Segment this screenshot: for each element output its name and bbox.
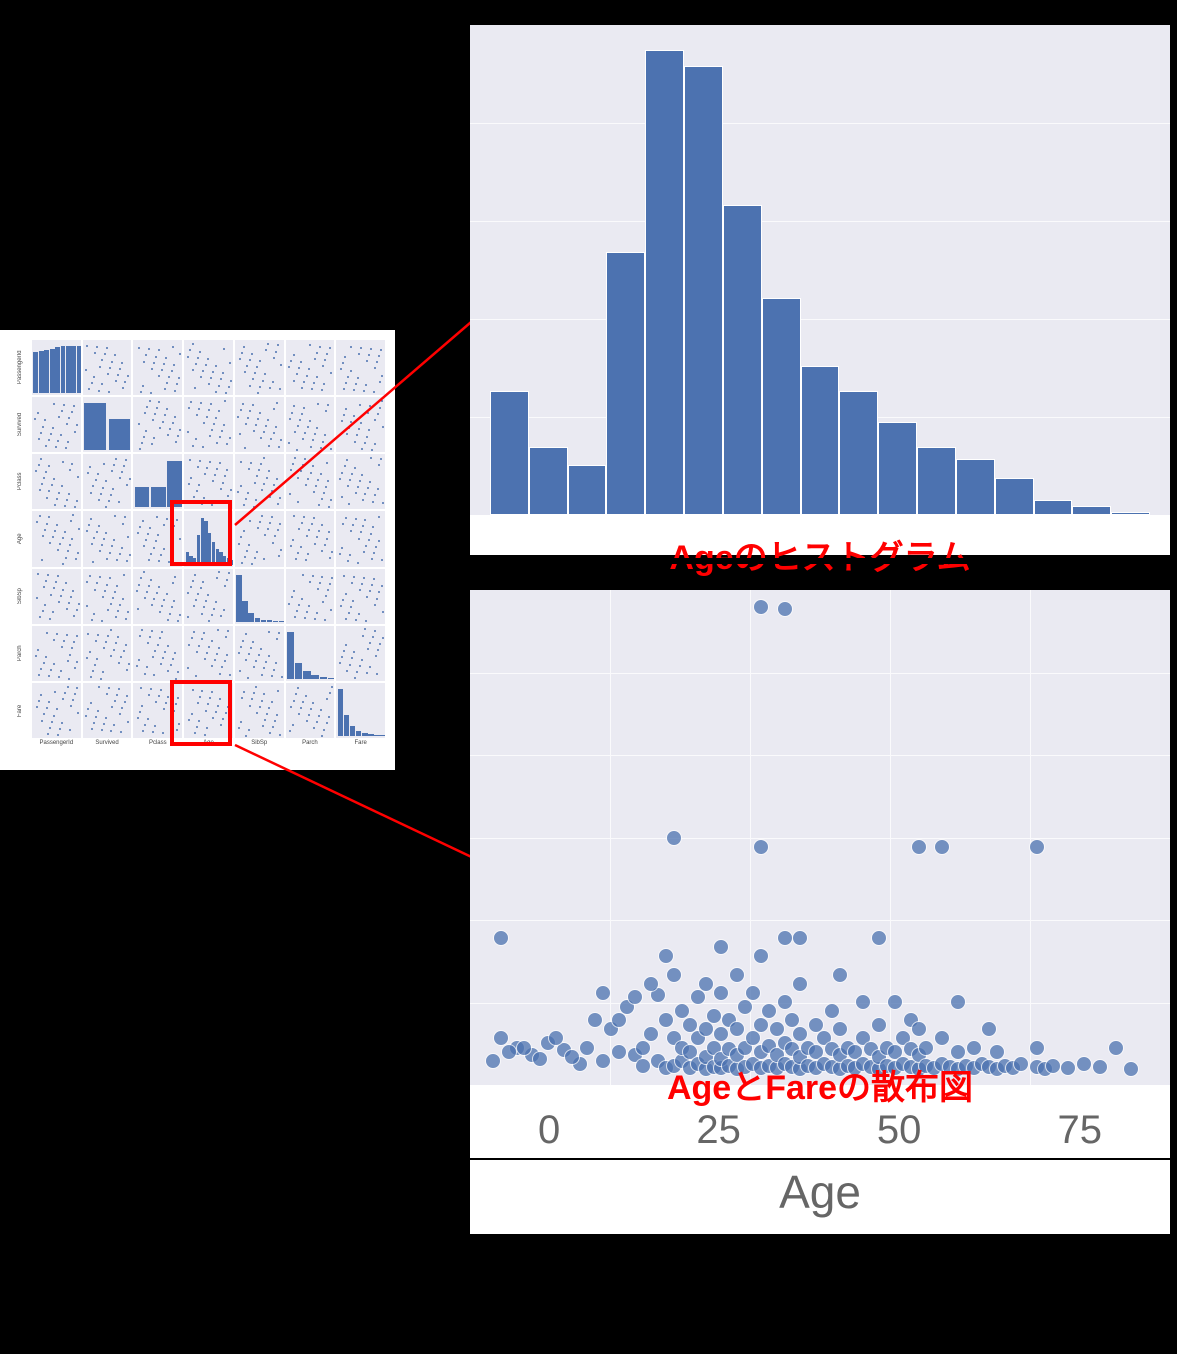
pairplot-xlabel-2: Pclass xyxy=(133,740,182,760)
pairplot-cell-3-5 xyxy=(286,511,335,566)
pairplot-cell-6-4 xyxy=(235,683,284,738)
age-histogram xyxy=(470,25,1170,555)
pairplot-cell-2-4 xyxy=(235,454,284,509)
pairplot-cell-4-4 xyxy=(235,569,284,624)
pairplot-cell-2-1 xyxy=(83,454,132,509)
pairplot-cell-5-5 xyxy=(286,626,335,681)
pairplot-cell-0-1 xyxy=(83,340,132,395)
age-fare-scatter-plot xyxy=(470,590,1170,1085)
pairplot-grid: PassengerId Survived Pclass Age xyxy=(10,340,385,760)
pairplot-cell-4-0 xyxy=(32,569,81,624)
pairplot-cell-1-4 xyxy=(235,397,284,452)
pairplot-cell-4-3 xyxy=(184,569,233,624)
pairplot-ylabel-0: PassengerId xyxy=(10,340,30,395)
pairplot-cell-0-0 xyxy=(32,340,81,395)
pairplot-cell-3-4 xyxy=(235,511,284,566)
pairplot-cell-2-0 xyxy=(32,454,81,509)
pairplot-cell-6-6 xyxy=(336,683,385,738)
pairplot-cell-4-6 xyxy=(336,569,385,624)
pairplot-xlabel-1: Survived xyxy=(83,740,132,760)
age-fare-scatter-caption: AgeとFareの散布図 xyxy=(470,1060,1170,1109)
pairplot-cell-3-6 xyxy=(336,511,385,566)
pairplot-cell-5-1 xyxy=(83,626,132,681)
age-histogram-caption: Ageのヒストグラム xyxy=(470,530,1170,579)
age-fare-scatter xyxy=(470,590,1170,1130)
pairplot-cell-2-5 xyxy=(286,454,335,509)
pairplot-cell-5-0 xyxy=(32,626,81,681)
scatter-xlabel: Age xyxy=(470,1160,1170,1234)
pairplot-cell-6-1 xyxy=(83,683,132,738)
pairplot-ylabel-1: Survived xyxy=(10,397,30,452)
pairplot-cell-1-3 xyxy=(184,397,233,452)
pairplot-ylabel-2: Pclass xyxy=(10,454,30,509)
pairplot-xlabel-4: SibSp xyxy=(235,740,284,760)
pairplot-cell-1-6 xyxy=(336,397,385,452)
pairplot-cell-1-2 xyxy=(133,397,182,452)
pairplot-cell-2-6 xyxy=(336,454,385,509)
scatter-xticks: 0 25 50 75 xyxy=(470,1108,1170,1158)
pairplot-ylabel-6: Fare xyxy=(10,683,30,738)
pairplot-cell-5-2 xyxy=(133,626,182,681)
pairplot-cell-5-4 xyxy=(235,626,284,681)
pairplot-cell-0-3 xyxy=(184,340,233,395)
pairplot-cell-4-5 xyxy=(286,569,335,624)
pairplot-matrix: PassengerId Survived Pclass Age xyxy=(0,330,395,770)
pairplot-cell-6-5 xyxy=(286,683,335,738)
pairplot-cell-1-5 xyxy=(286,397,335,452)
age-histogram-plot xyxy=(470,25,1170,515)
pairplot-cell-6-0 xyxy=(32,683,81,738)
pairplot-cell-1-0 xyxy=(32,397,81,452)
scatter-xtick-2: 50 xyxy=(877,1108,922,1158)
pairplot-cell-4-2 xyxy=(133,569,182,624)
pairplot-cell-2-2 xyxy=(133,454,182,509)
pairplot-cell-3-1 xyxy=(83,511,132,566)
pairplot-cell-0-6 xyxy=(336,340,385,395)
pairplot-xlabel-3: Age xyxy=(184,740,233,760)
pairplot-ylabel-4: SibSp xyxy=(10,569,30,624)
pairplot-xlabel-0: PassengerId xyxy=(32,740,81,760)
scatter-xtick-3: 75 xyxy=(1057,1108,1102,1158)
pairplot-cell-5-3 xyxy=(184,626,233,681)
pairplot-xlabel-5: Parch xyxy=(286,740,335,760)
pairplot-xlabel-6: Fare xyxy=(336,740,385,760)
pairplot-cell-6-3 xyxy=(184,683,233,738)
pairplot-cell-3-0 xyxy=(32,511,81,566)
pairplot-cell-2-3 xyxy=(184,454,233,509)
pairplot-cell-0-2 xyxy=(133,340,182,395)
pairplot-ylabel-3: Age xyxy=(10,511,30,566)
scatter-xtick-1: 25 xyxy=(696,1108,741,1158)
pairplot-cell-0-5 xyxy=(286,340,335,395)
pairplot-cell-0-4 xyxy=(235,340,284,395)
section-divider xyxy=(470,558,1177,564)
pairplot-cell-1-1 xyxy=(83,397,132,452)
pairplot-cell-3-3 xyxy=(184,511,233,566)
pairplot-cell-5-6 xyxy=(336,626,385,681)
pairplot-cell-3-2 xyxy=(133,511,182,566)
scatter-xtick-0: 0 xyxy=(538,1108,560,1158)
pairplot-cell-6-2 xyxy=(133,683,182,738)
pairplot-ylabel-5: Parch xyxy=(10,626,30,681)
pairplot-cell-4-1 xyxy=(83,569,132,624)
